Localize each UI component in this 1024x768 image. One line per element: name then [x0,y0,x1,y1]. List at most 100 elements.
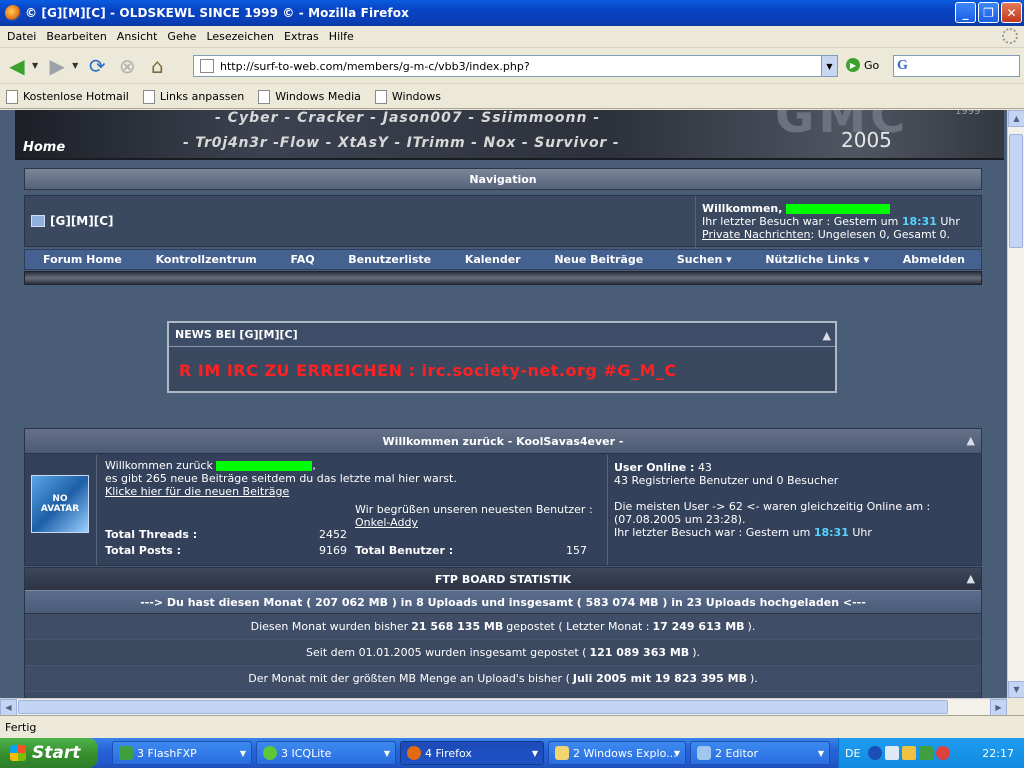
scroll-down-icon[interactable]: ▼ [1008,681,1024,698]
last-visit-prefix: Ihr letzter Besuch war : Gestern um [702,215,899,228]
ftp-user-summary: ---> Du hast diesen Monat ( 207 062 MB )… [25,590,981,614]
redacted-username [216,461,313,471]
scroll-right-icon[interactable]: ▶ [990,699,1007,716]
tray-app-icon[interactable] [885,746,900,760]
url-input[interactable] [220,59,820,73]
window-title: © [G][M][C] - OLDSKEWL SINCE 1999 © - Mo… [25,6,409,20]
tray-network-icon[interactable] [919,746,934,760]
collapse-icon[interactable]: ▲ [967,572,975,585]
last-visit-time: 18:31 [901,215,937,228]
tray-security-icon[interactable] [902,746,917,760]
menu-lesezeichen[interactable]: Lesezeichen [201,30,279,43]
clock: 22:17 [982,746,1014,760]
menu-bearbeiten[interactable]: Bearbeiten [41,30,111,43]
page-viewport: Home - Cyber - Cracker - Jason007 - Ssii… [0,110,1007,698]
ftp-value: Juli 2005 mit 19 823 395 MB [572,672,747,685]
nav-abmelden[interactable]: Abmelden [903,253,965,266]
menu-ansicht[interactable]: Ansicht [112,30,163,43]
minimize-button[interactable]: _ [955,2,976,23]
bookmark-windows-media[interactable]: Windows Media [258,89,361,104]
nav-kalender[interactable]: Kalender [465,253,521,266]
group-arrow-icon: ▼ [531,748,538,758]
restore-button[interactable]: ❐ [978,2,999,23]
bookmarks-toolbar: Kostenlose Hotmail Links anpassen Window… [0,85,1024,109]
menu-bar: Datei Bearbeiten Ansicht Gehe Lesezeiche… [0,26,1024,48]
forum-nav-menu: Forum Home Kontrollzentrum FAQ Benutzerl… [24,249,982,270]
reload-icon[interactable]: ⟳ [84,53,110,79]
url-dropdown-icon[interactable]: ▼ [821,56,837,76]
forum-banner: Home - Cyber - Cracker - Jason007 - Ssii… [15,110,1004,160]
search-box[interactable]: G [893,55,1020,77]
taskbar-icqlite[interactable]: 3 ICQLite ▼ [256,741,396,765]
nav-benutzerliste[interactable]: Benutzerliste [348,253,431,266]
forward-dropdown-icon[interactable]: ▼ [72,61,78,70]
taskbar-firefox[interactable]: 4 Firefox ▼ [400,741,544,765]
new-posts-link[interactable]: Klicke hier für die neuen Beiträge [105,485,289,498]
collapse-icon[interactable]: ▲ [823,329,831,342]
news-message: R IM IRC ZU ERREICHEN : irc.society-net.… [179,361,677,380]
forward-arrow-icon[interactable]: ▶ [44,53,70,79]
total-users-value: 157 [566,544,587,557]
scroll-up-icon[interactable]: ▲ [1008,110,1024,127]
site-title[interactable]: [G][M][C] [31,214,114,228]
language-indicator[interactable]: DE [845,747,860,760]
taskbar-flashfxp[interactable]: 3 FlashFXP ▼ [112,741,252,765]
taskbar-editor[interactable]: 2 Editor ▼ [690,741,830,765]
go-arrow-icon: ▶ [846,58,860,72]
registered-text: 43 Registrierte Benutzer und 0 Besucher [614,474,839,487]
group-arrow-icon: ▼ [673,748,680,758]
icq-flower-icon [263,746,277,760]
banner-home-link[interactable]: Home [23,140,65,155]
bookmark-hotmail[interactable]: Kostenlose Hotmail [6,89,129,104]
collapse-icon[interactable]: ▲ [967,434,975,447]
taskbar-label: 2 Editor [715,746,759,760]
total-posts-value: 9169 [319,544,347,557]
ftp-row-month: Diesen Monat wurden bisher 21 568 135 MB… [25,614,981,640]
ftp-text: ). [747,620,756,633]
bookmark-windows[interactable]: Windows [374,89,441,104]
nav-suchen[interactable]: Suchen ▾ [677,253,732,266]
menu-gehe[interactable]: Gehe [162,30,201,43]
newest-member-text: Wir begrüßen unseren neuesten Benutzer : [355,503,593,516]
taskbar: Start 3 FlashFXP ▼ 3 ICQLite ▼ 4 Firefox… [0,738,1024,768]
horizontal-scroll-thumb[interactable] [18,700,948,714]
menu-datei[interactable]: Datei [2,30,41,43]
nav-forum-home[interactable]: Forum Home [43,253,122,266]
group-arrow-icon: ▼ [817,748,824,758]
last-visit-suffix: Uhr [852,526,872,539]
page-icon [200,59,214,73]
home-icon[interactable]: ⌂ [144,53,170,79]
flashfxp-icon [119,746,133,760]
back-dropdown-icon[interactable]: ▼ [32,61,38,70]
taskbar-windows-explorer[interactable]: 2 Windows Explo... ▼ [548,741,686,765]
welcome-text: Willkommen zurück , es gibt 265 neue Bei… [105,459,457,498]
status-bar: Fertig [0,715,1024,738]
menu-extras[interactable]: Extras [279,30,324,43]
close-button[interactable]: ✕ [1001,2,1022,23]
ftp-header: FTP BOARD STATISTIK ▲ [25,568,981,590]
address-bar[interactable]: ▼ [193,55,838,77]
navigation-footer-bar [24,271,982,285]
stop-icon[interactable]: ⊗ [114,53,140,79]
go-button[interactable]: ▶ Go [846,58,879,72]
windows-logo-icon [10,745,26,761]
bookmark-links-anpassen[interactable]: Links anpassen [142,89,244,104]
vertical-scroll-thumb[interactable] [1009,134,1023,248]
nav-kontrollzentrum[interactable]: Kontrollzentrum [156,253,257,266]
scroll-left-icon[interactable]: ◀ [0,699,17,716]
vertical-scrollbar[interactable]: ▲ ▼ [1007,110,1024,698]
online-count: 43 [697,461,712,474]
back-arrow-icon[interactable]: ◀ [4,53,30,79]
menu-hilfe[interactable]: Hilfe [324,30,359,43]
nav-nuetzliche-links[interactable]: Nützliche Links ▾ [765,253,869,266]
tray-expand-icon[interactable] [868,746,883,760]
tray-antivirus-icon[interactable] [936,746,951,760]
nav-neue-beitraege[interactable]: Neue Beiträge [554,253,643,266]
horizontal-scrollbar[interactable]: ◀ ▶ [0,698,1007,716]
bookmark-page-icon [258,89,271,104]
newest-member-link[interactable]: Onkel-Addy [355,516,418,529]
nav-faq[interactable]: FAQ [290,253,314,266]
start-button[interactable]: Start [0,738,98,768]
bookmark-page-icon [6,89,18,104]
private-messages-link[interactable]: Private Nachrichten [702,228,811,241]
